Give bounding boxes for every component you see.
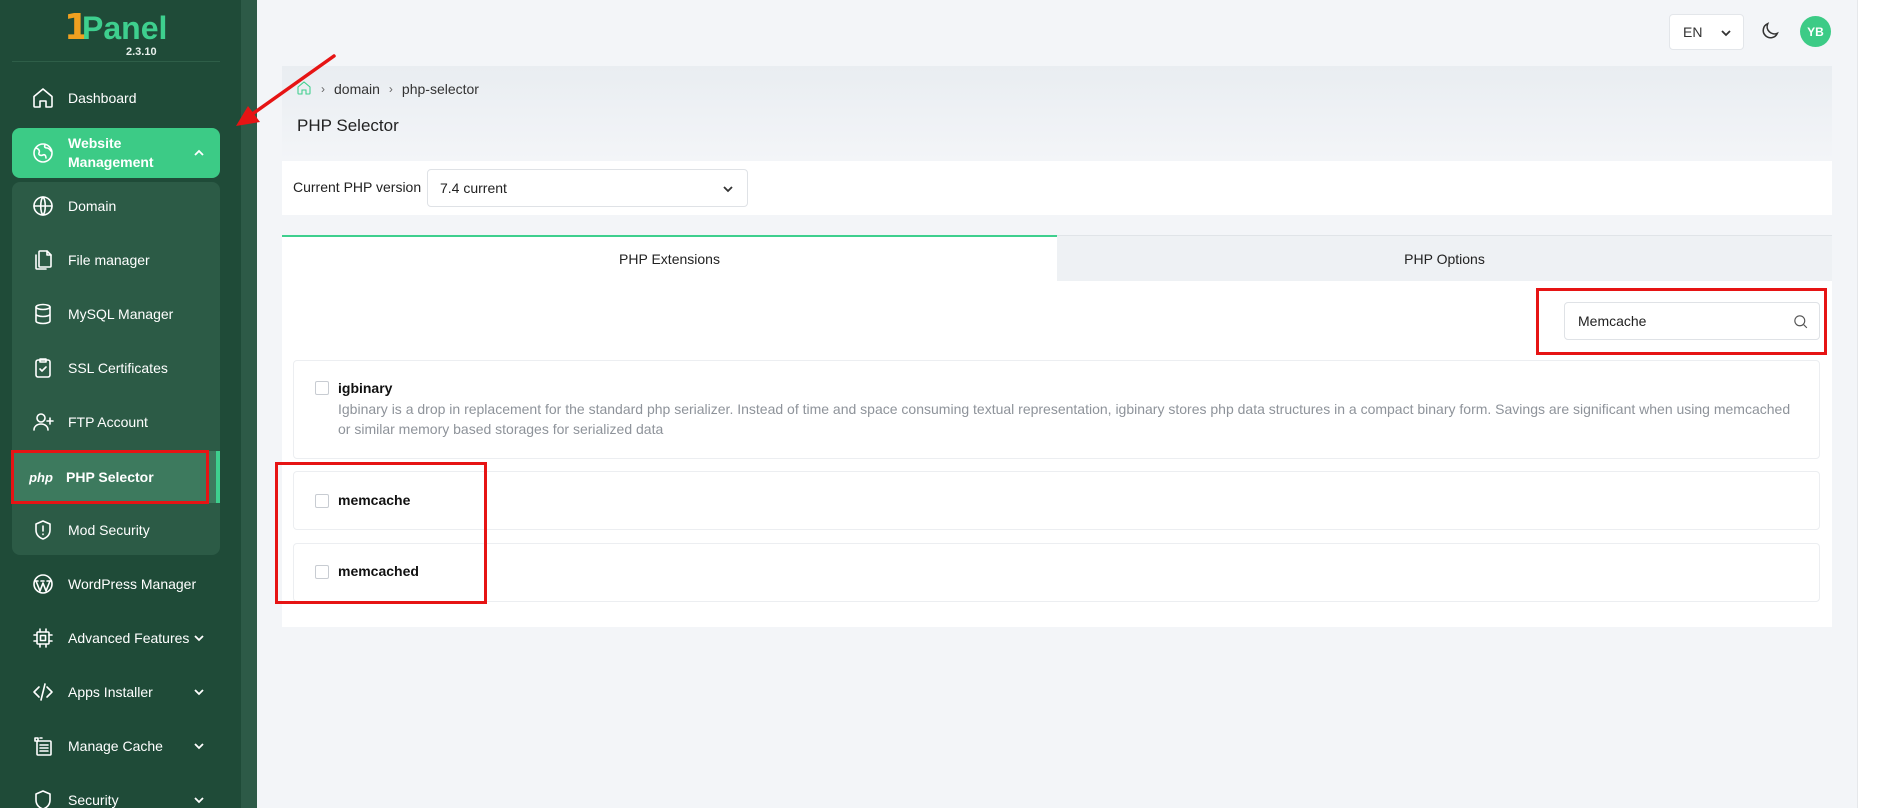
sidebar-item-label: Domain xyxy=(68,197,117,214)
page-header xyxy=(282,66,1832,160)
language-value: EN xyxy=(1683,24,1703,40)
sidebar-item-wordpress-manager[interactable]: WordPress Manager xyxy=(12,559,220,609)
avatar[interactable]: YB xyxy=(1800,16,1831,47)
sidebar-item-label: Advanced Features xyxy=(68,629,190,646)
list-item: memcached xyxy=(293,543,1820,602)
breadcrumb-item-domain[interactable]: domain xyxy=(334,81,380,97)
sidebar-item-website-management[interactable]: Website Management xyxy=(12,128,220,178)
sidebar-item-label: WordPress Manager xyxy=(68,575,197,592)
extension-name: igbinary xyxy=(338,380,393,396)
list-item: memcache xyxy=(293,471,1820,530)
cache-icon xyxy=(30,733,56,759)
sidebar-item-label: Website Management xyxy=(68,135,154,170)
sidebar-item-mysql-manager[interactable]: MySQL Manager xyxy=(12,289,220,339)
database-icon xyxy=(30,301,56,327)
sidebar-item-domain[interactable]: Domain xyxy=(12,181,220,231)
user-plus-icon xyxy=(30,409,56,435)
chevron-right-icon: › xyxy=(388,82,393,96)
sidebar-item-label: Apps Installer xyxy=(68,683,153,700)
sidebar-item-file-manager[interactable]: File manager xyxy=(12,235,220,285)
chevron-down-icon xyxy=(721,182,735,196)
sidebar-item-ssl-certificates[interactable]: SSL Certificates xyxy=(12,343,220,393)
wordpress-icon xyxy=(30,571,56,597)
chevron-down-icon xyxy=(192,685,206,699)
sidebar-item-security[interactable]: Security xyxy=(12,775,220,808)
annotation-box-search xyxy=(1536,288,1827,355)
sidebar-item-label: Dashboard xyxy=(68,89,137,106)
moon-icon[interactable] xyxy=(1759,20,1781,42)
tab-php-extensions[interactable]: PHP Extensions xyxy=(282,235,1057,281)
chevron-down-icon xyxy=(1719,26,1733,40)
annotation-box-memcache xyxy=(275,462,487,604)
chevron-up-icon xyxy=(192,146,206,160)
cpu-icon xyxy=(30,625,56,651)
clipboard-check-icon xyxy=(30,355,56,381)
sidebar-item-mod-security[interactable]: Mod Security xyxy=(12,505,220,555)
shield-icon xyxy=(30,787,56,808)
sidebar-item-label: MySQL Manager xyxy=(68,305,174,322)
php-version-select[interactable]: 7.4 current xyxy=(427,169,748,207)
logo-text: Panel xyxy=(82,10,168,46)
sidebar-item-apps-installer[interactable]: Apps Installer xyxy=(12,667,220,717)
sidebar-item-label: File manager xyxy=(68,251,150,268)
sidebar-item-label: Manage Cache xyxy=(68,737,163,754)
sidebar-item-ftp-account[interactable]: FTP Account xyxy=(12,397,220,447)
sidebar-item-label: Mod Security xyxy=(68,521,150,538)
tab-php-options[interactable]: PHP Options xyxy=(1057,235,1832,281)
home-icon xyxy=(30,85,56,111)
sidebar-item-dashboard[interactable]: Dashboard xyxy=(12,73,220,123)
language-select[interactable]: EN xyxy=(1669,14,1744,50)
files-icon xyxy=(30,247,56,273)
extension-description: Igbinary is a drop in replacement for th… xyxy=(338,401,1791,437)
sidebar-item-label: FTP Account xyxy=(68,413,148,430)
logo-divider xyxy=(12,61,220,62)
app-logo[interactable]: 1 Panel 2.3.10 xyxy=(64,8,184,59)
shield-alert-icon xyxy=(30,517,56,543)
chevron-down-icon xyxy=(192,739,206,753)
sidebar-item-label: SSL Certificates xyxy=(68,359,168,376)
sidebar-item-manage-cache[interactable]: Manage Cache xyxy=(12,721,220,771)
app-version: 2.3.10 xyxy=(126,46,157,58)
breadcrumb-item-php-selector: php-selector xyxy=(401,81,479,97)
annotation-arrow-icon xyxy=(236,54,336,126)
right-edge-panel xyxy=(1857,0,1879,808)
chevron-down-icon xyxy=(192,631,206,645)
annotation-box-php-selector xyxy=(11,450,209,504)
extension-checkbox[interactable] xyxy=(315,381,329,395)
sidebar-item-label: Security xyxy=(68,791,119,808)
php-version-value: 7.4 current xyxy=(440,180,507,196)
globe-icon xyxy=(30,193,56,219)
code-icon xyxy=(30,679,56,705)
sidebar-item-advanced-features[interactable]: Advanced Features xyxy=(12,613,220,663)
php-version-label: Current PHP version xyxy=(293,179,422,195)
chevron-down-icon xyxy=(192,793,206,807)
globe-icon xyxy=(30,140,56,166)
list-item: igbinary Igbinary is a drop in replaceme… xyxy=(293,360,1820,459)
